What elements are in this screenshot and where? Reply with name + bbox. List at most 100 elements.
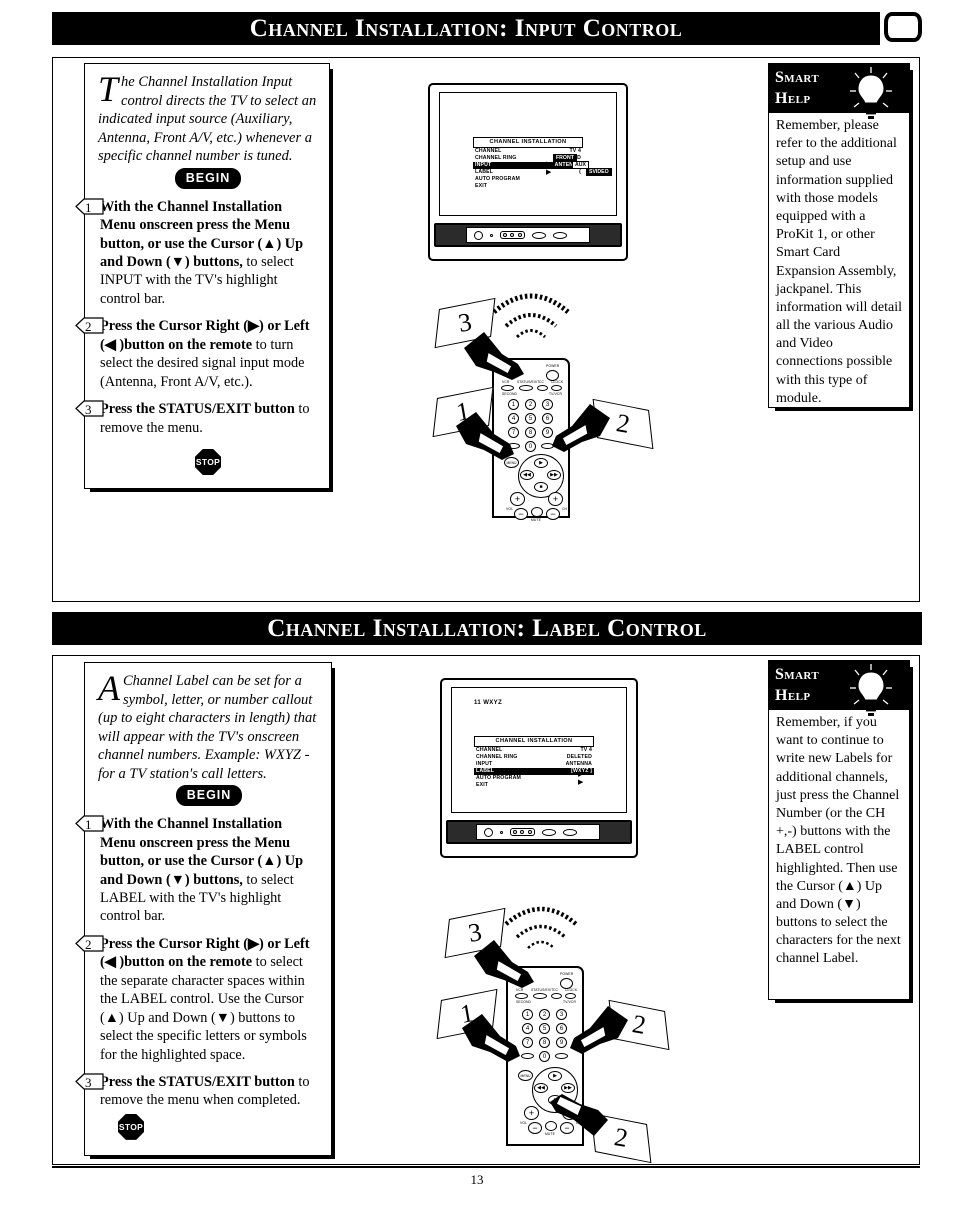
mute-button (531, 507, 543, 517)
begin-badge: BEGIN (175, 785, 243, 807)
osd-row-highlighted: INPUT ANTENNA (473, 162, 583, 169)
pointing-hand-3-label (474, 940, 534, 988)
keypad-8: 8 (539, 1037, 550, 1048)
cc-button (537, 385, 548, 391)
keypad-2: 2 (525, 399, 536, 410)
lightbulb-icon (850, 664, 892, 716)
tv-screen: 11 WXYZ CHANNEL INSTALLATION CHANNEL TV 4… (451, 687, 627, 813)
power-label: POWER (546, 364, 560, 368)
second-label: SECOND (516, 1000, 532, 1004)
osd-row-name: AUTO PROGRAM (475, 176, 520, 182)
step-1-text: With the Channel Installation Menu onscr… (100, 199, 303, 307)
osd-row-name: LABEL (476, 768, 495, 774)
osd-arrow-icon: ▶ (546, 168, 552, 176)
mute-label: MUTE (531, 518, 542, 522)
step-1: 1 With the Channel Installation Menu ons… (75, 815, 320, 926)
power-knob-icon (474, 230, 483, 240)
vol-label: VOL (506, 507, 514, 511)
osd-row-name: INPUT (476, 761, 493, 767)
second-label: SECOND (502, 392, 518, 396)
svg-text:2: 2 (85, 937, 92, 952)
smart-help-input-control: Smart Help Remember, please refer to the… (768, 63, 913, 411)
svg-text:3: 3 (85, 1075, 92, 1090)
ch-label: CH (562, 507, 568, 511)
volume-down-button: − (514, 508, 528, 520)
pointing-hand-1-input (456, 412, 514, 460)
osd-row: CHANNEL TV 4 (474, 747, 594, 754)
lightbulb-icon (850, 67, 892, 119)
osd-row: CHANNEL RING DELETED (474, 754, 594, 761)
osd-menu: CHANNEL INSTALLATION CHANNEL TV 4 CHANNEL… (474, 736, 594, 789)
tv-screen-icon (884, 12, 922, 42)
step-1: 1 With the Channel Installation Menu ons… (75, 198, 318, 309)
intro-text: Channel Label can be set for a symbol, l… (98, 673, 317, 782)
osd-row-name: EXIT (476, 782, 489, 788)
volume-up-button: + (510, 492, 525, 506)
step-3: 3 Press the STATUS/EXIT button to remove… (75, 1073, 320, 1140)
section-header-label-control: Channel Installation: Label Control (52, 612, 922, 645)
manual-page: Channel Installation: Input Control The … (0, 0, 954, 1230)
osd-row-highlighted: LABEL [WXYZ ] (474, 768, 594, 775)
step-number-marker-3: 3 (74, 1073, 104, 1090)
keypad-8: 8 (525, 427, 536, 438)
osd-row-value: DELETED (566, 754, 592, 760)
clock-label: CLOCK (565, 988, 578, 992)
begin-badge: BEGIN (174, 167, 242, 189)
smart-help-label-control: Smart Help Remember, if you want to cont… (768, 660, 913, 1003)
step-2-text: Press the Cursor Right (▶) or Left (◀ )b… (100, 318, 310, 389)
vol-label: VOL (520, 1121, 528, 1125)
section-header-input-control: Channel Installation: Input Control (52, 12, 880, 45)
smart-help-header: Smart Help (769, 661, 909, 716)
osd-row-name: INPUT (475, 162, 492, 168)
keypad-5: 5 (525, 413, 536, 424)
step-number-marker-3: 3 (74, 400, 104, 417)
intro-paragraph: A Channel Label can be set for a symbol,… (98, 668, 320, 783)
tv-illustration-label: 11 WXYZ CHANNEL INSTALLATION CHANNEL TV 4… (440, 678, 638, 858)
cc-label: CC (539, 380, 545, 384)
volume-down-button: − (528, 1122, 542, 1134)
section-header-title: Channel Installation: Label Control (267, 614, 707, 642)
osd-row-name: AUTO PROGRAM (476, 775, 521, 781)
step-number-marker-2: 2 (74, 317, 104, 334)
osd-row-value: ANTENNA (565, 761, 592, 767)
osd-row: LABEL ( (473, 169, 583, 176)
drop-cap: T (98, 69, 119, 109)
power-knob-icon (484, 827, 493, 837)
tv-vcr-label: TV/VCR (549, 392, 563, 396)
av-jacks-icon (510, 828, 535, 836)
step-number-marker-1: 1 (74, 198, 104, 215)
clock-button (565, 993, 576, 999)
step-2: 2 Press the Cursor Right (▶) or Left (◀ … (75, 935, 320, 1064)
step-3: 3 Press the STATUS/EXIT button to remove… (75, 400, 318, 437)
stop-badge: STOP (118, 1113, 144, 1140)
step-3-bold: Press the STATUS/EXIT button (100, 401, 295, 418)
osd-row: AUTO PROGRAM (474, 775, 594, 782)
cc-button (551, 993, 562, 999)
control-oval-icon (542, 828, 556, 836)
osd-arrow-icon: ▶ (578, 778, 584, 786)
smart-help-body: Remember, please refer to the additional… (776, 118, 902, 406)
smart-help-body: Remember, if you want to continue to wri… (776, 715, 901, 967)
instructions-label-control: A Channel Label can be set for a symbol,… (75, 662, 335, 1159)
tv-vcr-label: TV/VCR (563, 1000, 577, 1004)
keypad-5: 5 (539, 1023, 550, 1034)
keypad-0: 0 (525, 441, 536, 452)
osd-menu-title: CHANNEL INSTALLATION (473, 137, 583, 148)
step-3-text: Press the STATUS/EXIT button to remove t… (100, 401, 309, 435)
page-number: 13 (470, 1172, 484, 1187)
osd-row: INPUT ANTENNA (474, 761, 594, 768)
osd-row-name: LABEL (475, 169, 494, 175)
osd-row: EXIT (473, 183, 583, 190)
av-jacks-icon (500, 231, 525, 239)
step-number-marker-1: 1 (74, 815, 104, 832)
osd-menu-title: CHANNEL INSTALLATION (474, 736, 594, 747)
osd-row: AUTO PROGRAM (473, 176, 583, 183)
drop-cap: A (98, 668, 120, 708)
osd-submenu-svideo: SVIDEO (586, 168, 612, 176)
page-bottom-rule (52, 1166, 920, 1168)
osd-row-value: TV 4 (580, 747, 592, 753)
osd-row-name: CHANNEL RING (476, 754, 518, 760)
cursor-select-button: ■ (534, 482, 548, 492)
step-number-marker-2: 2 (74, 935, 104, 952)
tv-screen: CHANNEL INSTALLATION CHANNEL TV 4 CHANNEL… (439, 92, 617, 216)
